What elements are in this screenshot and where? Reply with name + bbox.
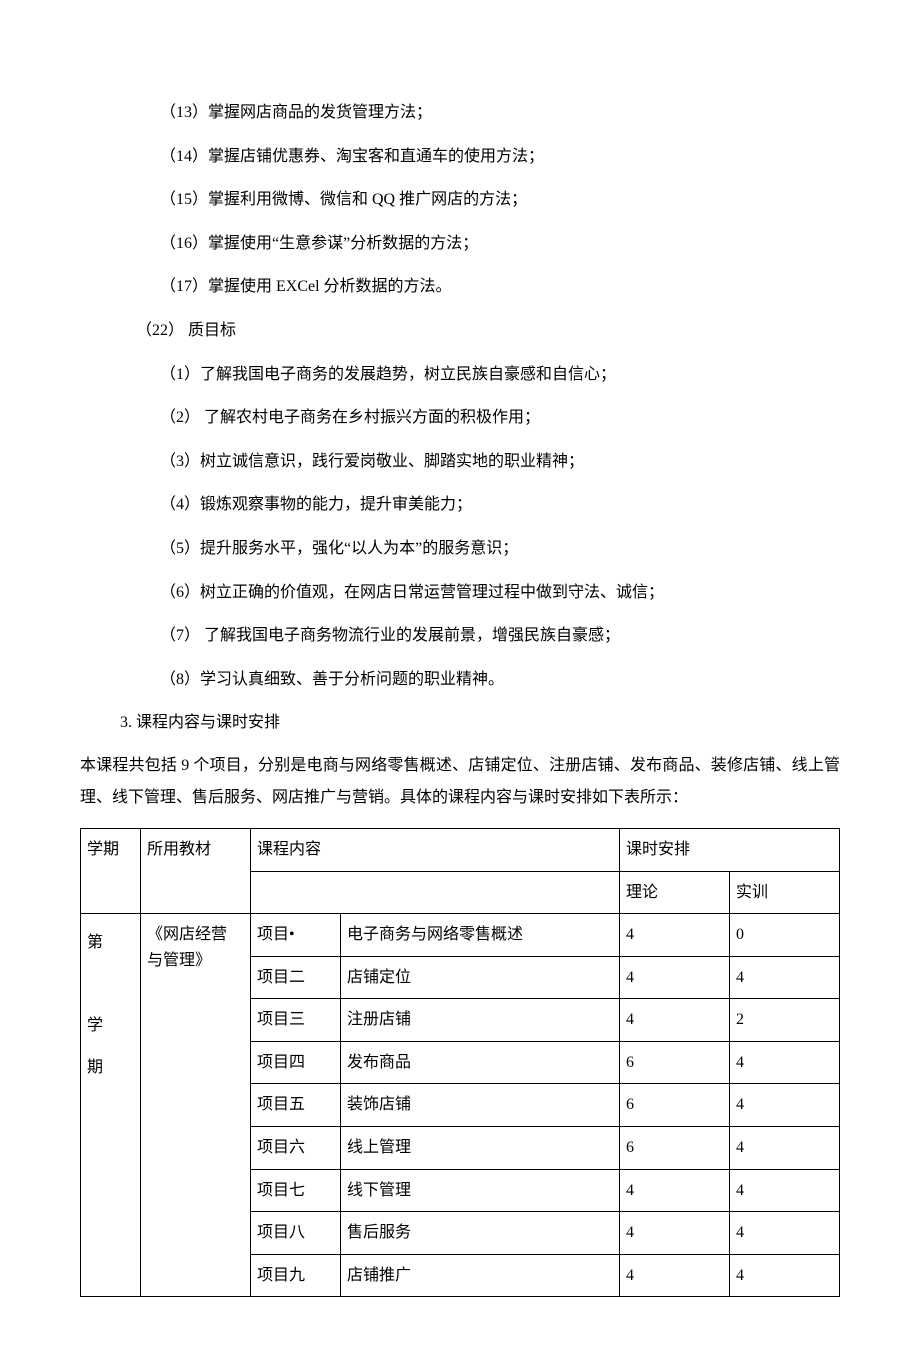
list-item: （7） 了解我国电子商务物流行业的发展前景，增强民族自豪感； [80,623,840,649]
cell-theory: 6 [620,1127,730,1170]
text: 学 [87,1017,103,1034]
text: 《网店经营 [147,926,227,943]
list-item: （13）掌握网店商品的发货管理方法； [80,100,840,126]
cell-project: 项目七 [251,1169,341,1212]
cell-project: 项目五 [251,1084,341,1127]
list-knowledge-goals: （13）掌握网店商品的发货管理方法； （14）掌握店铺优惠券、淘宝客和直通车的使… [80,100,840,300]
cell-name: 售后服务 [341,1212,620,1255]
text: 与管理》 [147,952,211,969]
cell-project: 项目八 [251,1212,341,1255]
cell-project: 项目四 [251,1041,341,1084]
list-item: （1）了解我国电子商务的发展趋势，树立民族自豪感和自信心； [80,362,840,388]
table-row: 第 学 期 《网店经营 与管理》 项目• 电子商务与网络零售概述 4 0 [81,914,840,957]
cell-practice: 0 [730,914,840,957]
th-content: 课程内容 [251,828,620,871]
list-item: （6）树立正确的价值观，在网店日常运营管理过程中做到守法、诚信； [80,580,840,606]
list-item: （4）锻炼观察事物的能力，提升审美能力； [80,492,840,518]
cell-name: 线下管理 [341,1169,620,1212]
cell-practice: 4 [730,1041,840,1084]
cell-practice: 4 [730,1084,840,1127]
th-practice: 实训 [730,871,840,914]
list-item: （17）掌握使用 EXCel 分析数据的方法。 [80,274,840,300]
cell-name: 注册店铺 [341,999,620,1042]
list-item: （8）学习认真细致、善于分析问题的职业精神。 [80,667,840,693]
cell-project: 项目三 [251,999,341,1042]
list-item: （14）掌握店铺优惠券、淘宝客和直通车的使用方法； [80,144,840,170]
cell-project: 项目六 [251,1127,341,1170]
cell-theory: 6 [620,1041,730,1084]
section-intro: 本课程共包括 9 个项目，分别是电商与网络零售概述、店铺定位、注册店铺、发布商品… [80,750,840,814]
cell-practice: 4 [730,1169,840,1212]
list-quality-goals: （1）了解我国电子商务的发展趋势，树立民族自豪感和自信心； （2） 了解农村电子… [80,362,840,693]
th-semester: 学期 [81,828,141,913]
cell-theory: 6 [620,1084,730,1127]
th-theory: 理论 [620,871,730,914]
cell-theory: 4 [620,1254,730,1297]
cell-name: 店铺定位 [341,956,620,999]
cell-project: 项目九 [251,1254,341,1297]
cell-theory: 4 [620,956,730,999]
text: 第 [87,934,103,951]
cell-project: 项目• [251,914,341,957]
th-content-sub-2 [341,871,620,914]
cell-theory: 4 [620,1212,730,1255]
list-item: （2） 了解农村电子商务在乡村振兴方面的积极作用； [80,405,840,431]
cell-practice: 4 [730,1127,840,1170]
cell-semester: 第 学 期 [81,914,141,1297]
cell-practice: 2 [730,999,840,1042]
cell-name: 店铺推广 [341,1254,620,1297]
th-textbook: 所用教材 [141,828,251,913]
cell-name: 电子商务与网络零售概述 [341,914,620,957]
list-item: （15）掌握利用微博、微信和 QQ 推广网店的方法； [80,187,840,213]
table-header-row-1: 学期 所用教材 课程内容 课时安排 [81,828,840,871]
cell-theory: 4 [620,1169,730,1212]
list-item: （3）树立诚信意识，践行爱岗敬业、脚踏实地的职业精神； [80,449,840,475]
subheading-quality-goals: （22） 质目标 [80,318,840,344]
cell-name: 线上管理 [341,1127,620,1170]
cell-practice: 4 [730,1212,840,1255]
course-schedule-table: 学期 所用教材 课程内容 课时安排 理论 实训 第 学 期 《网店经营 与管理》… [80,828,840,1298]
list-item: （5）提升服务水平，强化“以人为本”的服务意识； [80,536,840,562]
cell-practice: 4 [730,1254,840,1297]
document-page: （13）掌握网店商品的发货管理方法； （14）掌握店铺优惠券、淘宝客和直通车的使… [0,0,920,1357]
cell-textbook: 《网店经营 与管理》 [141,914,251,1297]
list-item: （16）掌握使用“生意参谋”分析数据的方法； [80,231,840,257]
th-schedule: 课时安排 [620,828,840,871]
cell-name: 装饰店铺 [341,1084,620,1127]
cell-practice: 4 [730,956,840,999]
th-content-sub-1 [251,871,341,914]
cell-project: 项目二 [251,956,341,999]
cell-theory: 4 [620,914,730,957]
text: 期 [87,1059,103,1076]
cell-name: 发布商品 [341,1041,620,1084]
section-heading-3: 3. 课程内容与课时安排 [80,710,840,736]
cell-theory: 4 [620,999,730,1042]
